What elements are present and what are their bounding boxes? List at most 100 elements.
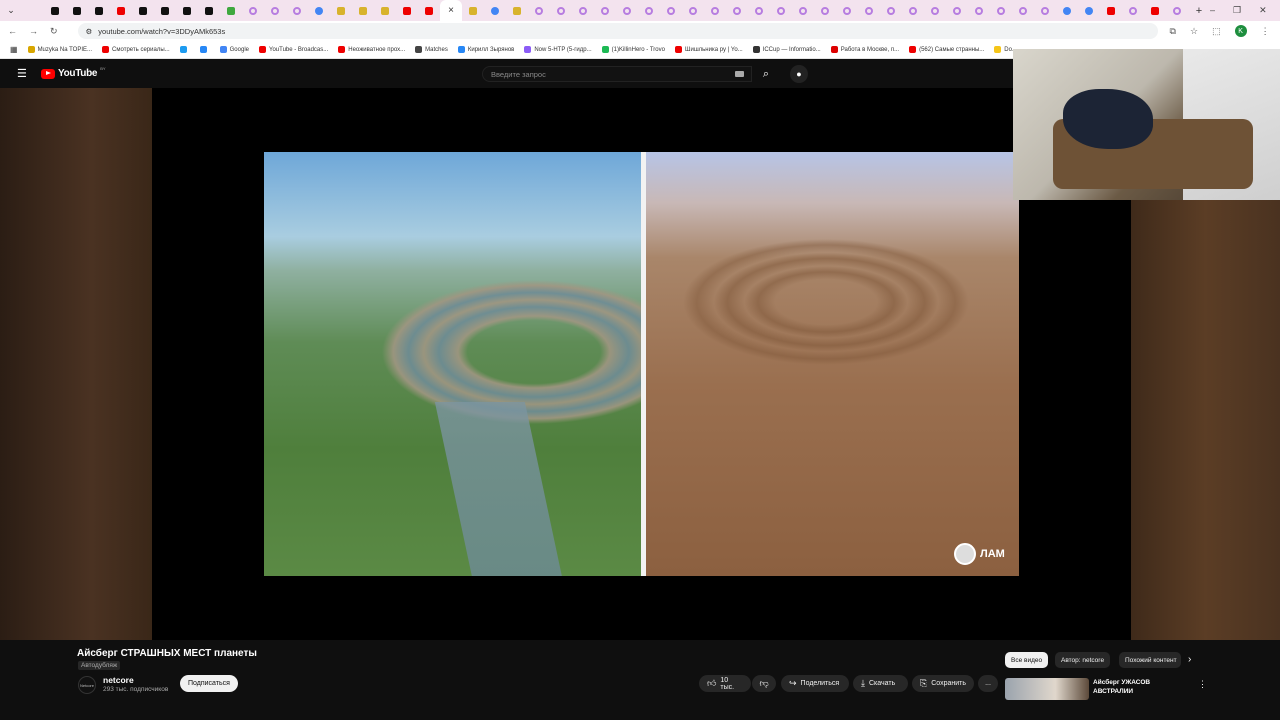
browser-tab[interactable]: [792, 0, 814, 21]
dislike-button[interactable]: 👎︎: [752, 675, 776, 692]
browser-tab[interactable]: [946, 0, 968, 21]
video-player[interactable]: ЛАМ: [152, 88, 1131, 640]
bookmark-item[interactable]: YouTube - Broadcas...: [259, 46, 328, 53]
new-tab-button[interactable]: +: [1188, 0, 1210, 21]
download-button[interactable]: ⤓ Скачать: [853, 675, 908, 692]
browser-tab[interactable]: [770, 0, 792, 21]
recommended-video-thumbnail[interactable]: [1005, 678, 1089, 700]
browser-tab[interactable]: [154, 0, 176, 21]
profile-avatar[interactable]: K: [1234, 25, 1247, 37]
browser-tab[interactable]: [484, 0, 506, 21]
browser-tab[interactable]: [1056, 0, 1078, 21]
search-input[interactable]: Введите запрос: [482, 66, 752, 82]
subscribe-button[interactable]: Подписаться: [180, 675, 238, 692]
forward-icon[interactable]: →: [29, 26, 38, 36]
bookmark-item[interactable]: (1)KillinHero - Trovo: [601, 46, 665, 53]
browser-tab[interactable]: [1144, 0, 1166, 21]
browser-tab-active[interactable]: ×: [440, 0, 462, 21]
address-bar[interactable]: ⚙ youtube.com/watch?v=3DDyAMk653s: [77, 23, 1158, 39]
browser-tab[interactable]: [462, 0, 484, 21]
browser-tab[interactable]: [1122, 0, 1144, 21]
recommended-video-title[interactable]: Айсберг УЖАСОВ АВСТРАЛИИ: [1093, 678, 1183, 696]
browser-tab[interactable]: [616, 0, 638, 21]
browser-tab[interactable]: [1166, 0, 1188, 21]
browser-tab[interactable]: [990, 0, 1012, 21]
browser-tab[interactable]: [88, 0, 110, 21]
browser-tab[interactable]: [902, 0, 924, 21]
search-button[interactable]: ⌕: [752, 66, 780, 82]
browser-tab[interactable]: [198, 0, 220, 21]
browser-tab[interactable]: [418, 0, 440, 21]
hamburger-menu-icon[interactable]: ☰: [17, 68, 29, 80]
browser-tab[interactable]: [704, 0, 726, 21]
browser-tab[interactable]: [110, 0, 132, 21]
browser-tab[interactable]: [396, 0, 418, 21]
browser-menu-icon[interactable]: ⋮: [1261, 26, 1270, 37]
browser-tab[interactable]: [330, 0, 352, 21]
bookmark-item[interactable]: Кирилл Зырянов: [457, 46, 514, 53]
restore-icon[interactable]: ❐: [1233, 5, 1241, 16]
browser-tab[interactable]: [858, 0, 880, 21]
browser-tab[interactable]: [352, 0, 374, 21]
browser-tab[interactable]: [506, 0, 528, 21]
chevron-right-icon[interactable]: ›: [1188, 654, 1191, 665]
apps-grid-icon[interactable]: ▦: [10, 45, 18, 54]
bookmark-item[interactable]: Смотреть сериалы...: [102, 46, 170, 53]
bookmark-item[interactable]: Шишльника ру | Yo...: [674, 46, 743, 53]
chip-all-videos[interactable]: Все видео: [1005, 652, 1049, 668]
browser-tab[interactable]: [308, 0, 330, 21]
save-button[interactable]: ⎘ Сохранить: [912, 675, 974, 692]
browser-tab[interactable]: [176, 0, 198, 21]
browser-tab[interactable]: [1078, 0, 1100, 21]
channel-name[interactable]: netcore: [103, 675, 134, 685]
recommended-video-menu-icon[interactable]: ⋮: [1198, 679, 1207, 690]
back-icon[interactable]: ←: [8, 26, 17, 36]
bookmark-item[interactable]: Matches: [415, 46, 448, 53]
browser-tab[interactable]: [748, 0, 770, 21]
bookmark-item[interactable]: ICCup — Informatio...: [752, 46, 821, 53]
youtube-logo[interactable]: YouTube BY: [41, 66, 106, 79]
browser-tab[interactable]: [1012, 0, 1034, 21]
browser-tab[interactable]: [220, 0, 242, 21]
site-info-icon[interactable]: ⚙: [86, 27, 93, 36]
bookmark-item[interactable]: Muzyka Na TOPIE...: [27, 46, 92, 53]
browser-tab[interactable]: [66, 0, 88, 21]
browser-tab[interactable]: [242, 0, 264, 21]
more-actions-button[interactable]: ...: [978, 675, 998, 692]
like-button[interactable]: 👍︎ 10 тыс.: [699, 675, 751, 692]
browser-tab[interactable]: [682, 0, 704, 21]
browser-tab[interactable]: [880, 0, 902, 21]
chip-author[interactable]: Автор: netcore: [1055, 652, 1111, 668]
browser-tab[interactable]: [1034, 0, 1056, 21]
browser-tab[interactable]: [528, 0, 550, 21]
browser-tab[interactable]: [594, 0, 616, 21]
video-frame[interactable]: ЛАМ: [264, 152, 1019, 576]
channel-avatar[interactable]: Netcore: [78, 676, 96, 694]
bookmark-item[interactable]: Now 5-HTP (5-гидр...: [524, 46, 592, 53]
bookmark-star-icon[interactable]: ☆: [1190, 26, 1198, 37]
extensions-icon[interactable]: ⬚: [1212, 26, 1221, 37]
browser-tab[interactable]: [22, 0, 44, 21]
chip-similar-content[interactable]: Похожий контент: [1119, 652, 1181, 668]
browser-tab[interactable]: [572, 0, 594, 21]
browser-tab[interactable]: [132, 0, 154, 21]
bookmark-item[interactable]: Google: [219, 46, 249, 53]
close-window-icon[interactable]: ✕: [1259, 5, 1267, 16]
reload-icon[interactable]: ↻: [50, 26, 58, 37]
browser-tab[interactable]: [836, 0, 858, 21]
browser-tab[interactable]: [286, 0, 308, 21]
minimize-icon[interactable]: –: [1210, 5, 1215, 16]
browser-tab[interactable]: [264, 0, 286, 21]
browser-tab[interactable]: [638, 0, 660, 21]
browser-tab[interactable]: [44, 0, 66, 21]
bookmark-item[interactable]: (562) Самые странны...: [909, 46, 984, 53]
browser-tab[interactable]: ⌄: [0, 0, 22, 21]
bookmark-item[interactable]: [179, 46, 190, 53]
share-button[interactable]: ↪ Поделиться: [781, 675, 849, 692]
browser-tab[interactable]: [726, 0, 748, 21]
browser-tab[interactable]: [660, 0, 682, 21]
browser-tab[interactable]: [550, 0, 572, 21]
browser-tab[interactable]: [924, 0, 946, 21]
bookmark-item[interactable]: [199, 46, 210, 53]
browser-tab[interactable]: [968, 0, 990, 21]
